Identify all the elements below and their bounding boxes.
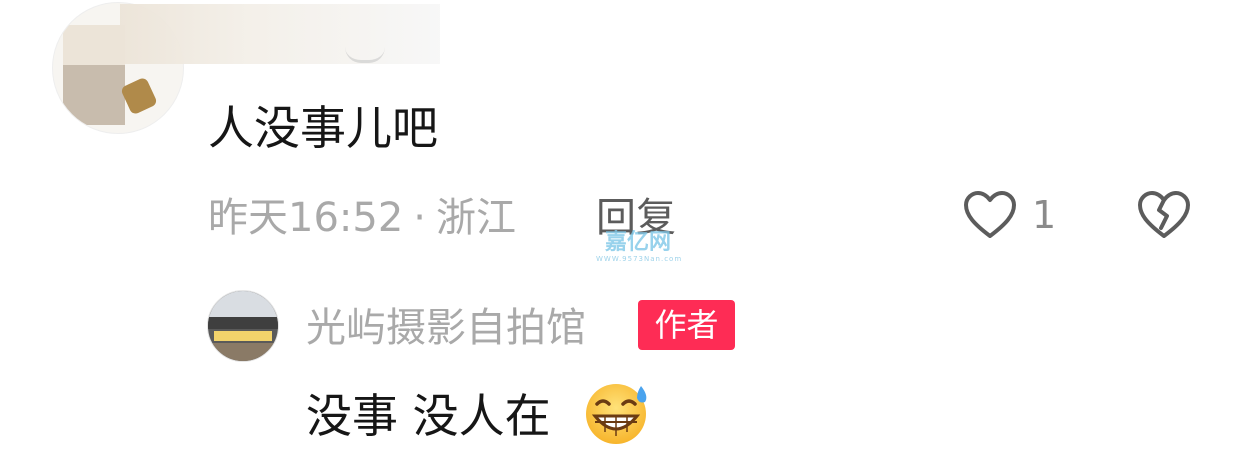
avatar-figure	[119, 76, 159, 116]
blurred-username	[120, 4, 440, 64]
like-button[interactable]: 1	[962, 186, 1056, 244]
comment-thread: 人没事儿吧 昨天16:52 · 浙江 回复 嘉亿网 WWW.9573Nan.com …	[0, 0, 1257, 475]
comment-time: 昨天16:52	[208, 195, 404, 241]
reply-username[interactable]: 光屿摄影自拍馆	[306, 300, 586, 356]
comment-meta: 昨天16:52 · 浙江	[208, 190, 516, 246]
avatar-mosaic	[63, 25, 125, 65]
reply-text: 没事 没人在	[306, 389, 551, 443]
dislike-button[interactable]	[1136, 186, 1192, 242]
like-count: 1	[1032, 193, 1057, 237]
grinning-sweat-emoji	[586, 384, 647, 444]
author-badge: 作者	[638, 300, 735, 350]
avatar-sky	[208, 291, 278, 317]
avatar-band	[208, 317, 278, 329]
avatar-mosaic	[63, 65, 125, 125]
watermark-text: 嘉亿网	[604, 230, 671, 255]
avatar-band	[214, 331, 272, 341]
heart-outline-icon	[964, 191, 1016, 238]
comment-location: 浙江	[436, 195, 516, 241]
watermark-url: WWW.9573Nan.com	[596, 255, 683, 263]
author-avatar[interactable]	[207, 290, 279, 362]
avatar-band	[208, 343, 278, 361]
site-watermark: 嘉亿网 WWW.9573Nan.com	[596, 230, 683, 266]
meta-separator: ·	[413, 195, 426, 241]
broken-heart-icon	[1138, 191, 1190, 238]
blurred-username-tail	[345, 36, 385, 63]
comment-text: 人没事儿吧	[208, 101, 438, 155]
